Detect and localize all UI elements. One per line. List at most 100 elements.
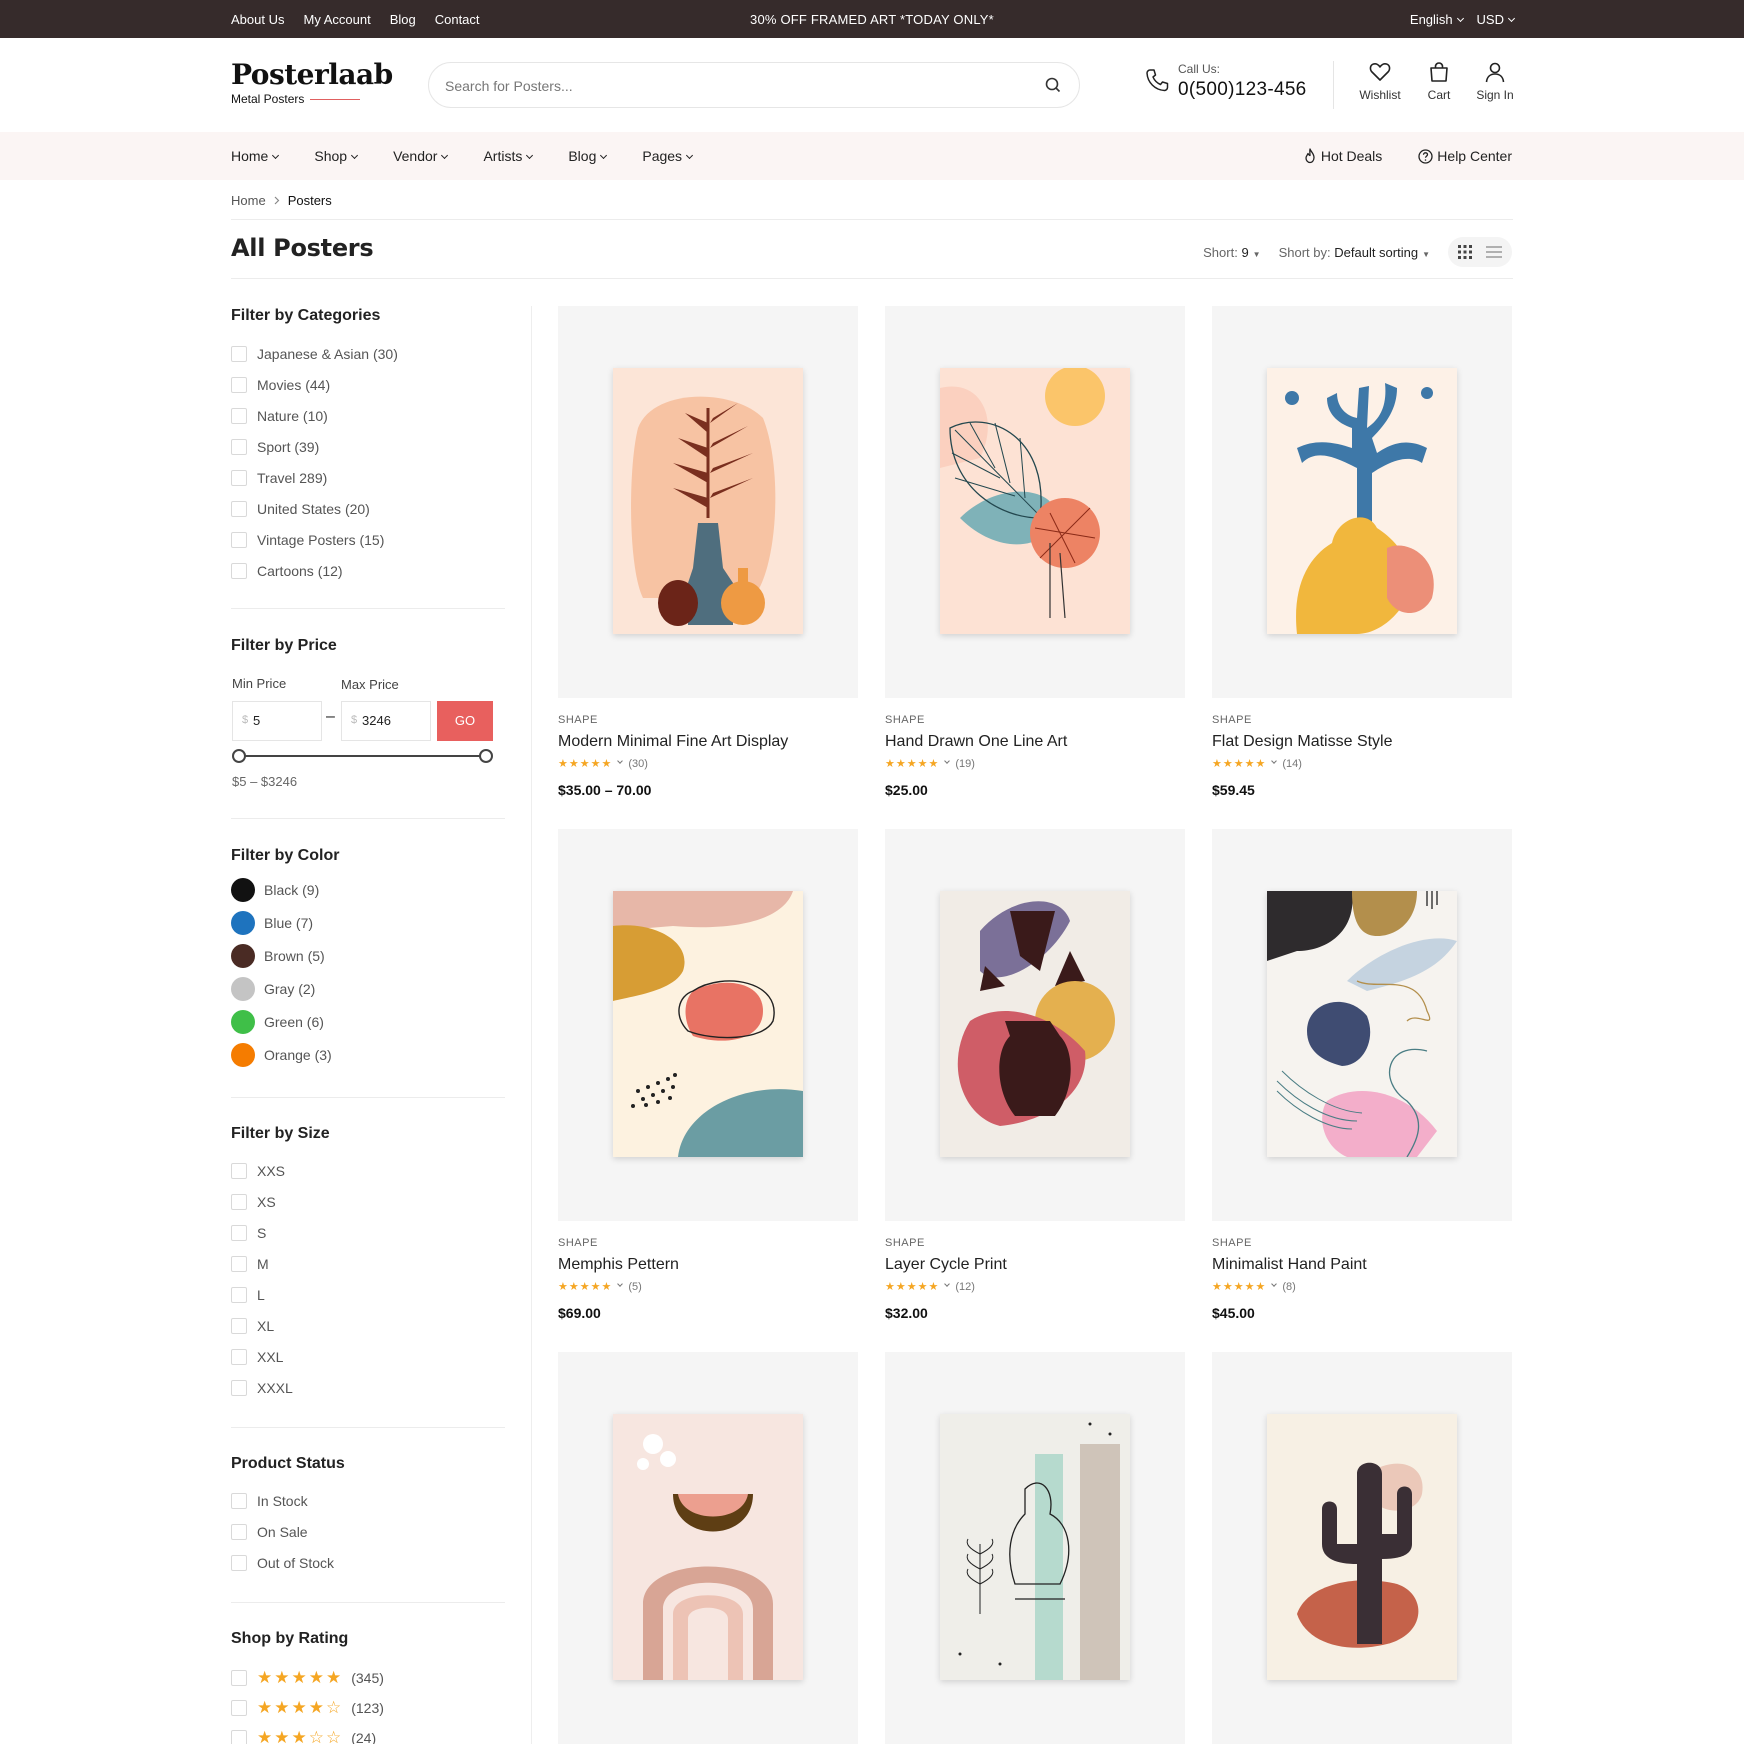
product-image[interactable]	[1212, 1352, 1512, 1744]
checkbox[interactable]	[231, 1194, 247, 1210]
checkbox[interactable]	[231, 1349, 247, 1365]
product-image[interactable]	[885, 829, 1185, 1221]
wishlist-button[interactable]: Wishlist	[1350, 60, 1410, 102]
product-image[interactable]	[558, 306, 858, 698]
color-option[interactable]: Green (6)	[231, 1010, 324, 1034]
max-price-input[interactable]: $3246	[341, 701, 431, 741]
price-slider-track[interactable]	[238, 755, 486, 757]
rating-option[interactable]: ★★★☆☆ (24)	[231, 1728, 376, 1744]
checkbox[interactable]	[231, 501, 247, 517]
product-title[interactable]: Layer Cycle Print	[885, 1256, 1007, 1274]
product-image[interactable]	[1212, 306, 1512, 698]
status-option[interactable]: Out of Stock	[231, 1555, 334, 1571]
product-image[interactable]	[558, 829, 858, 1221]
price-slider-min-handle[interactable]	[232, 749, 246, 763]
product-image[interactable]	[885, 306, 1185, 698]
breadcrumb-home[interactable]: Home	[231, 193, 266, 208]
help-center-link[interactable]: Help Center	[1418, 148, 1512, 164]
checkbox[interactable]	[231, 1493, 247, 1509]
checkbox[interactable]	[231, 1287, 247, 1303]
list-view-icon[interactable]	[1486, 246, 1502, 258]
size-option[interactable]: L	[231, 1287, 265, 1303]
checkbox[interactable]	[231, 1256, 247, 1272]
size-option[interactable]: S	[231, 1225, 266, 1241]
poster-artwork	[613, 1414, 803, 1680]
product-image[interactable]	[1212, 829, 1512, 1221]
rating-option[interactable]: ★★★★☆ (123)	[231, 1698, 384, 1718]
checkbox[interactable]	[231, 346, 247, 362]
checkbox[interactable]	[231, 1163, 247, 1179]
color-option[interactable]: Black (9)	[231, 878, 319, 902]
checkbox[interactable]	[231, 1730, 247, 1744]
checkbox[interactable]	[231, 1524, 247, 1540]
currency-select[interactable]: USD	[1477, 12, 1516, 27]
rating-option[interactable]: ★★★★★ (345)	[231, 1668, 384, 1688]
checkbox[interactable]	[231, 1555, 247, 1571]
sort-by-select[interactable]: Short by: Default sorting ▼	[1279, 245, 1430, 260]
call-number[interactable]: 0(500)123-456	[1178, 79, 1307, 101]
nav-item-shop[interactable]: Shop	[314, 148, 359, 164]
status-option[interactable]: On Sale	[231, 1524, 308, 1540]
min-price-input[interactable]: $5	[232, 701, 322, 741]
size-option[interactable]: XS	[231, 1194, 276, 1210]
color-swatch[interactable]	[231, 1043, 255, 1067]
nav-item-vendor[interactable]: Vendor	[393, 148, 449, 164]
per-page-select[interactable]: Short: 9 ▼	[1203, 245, 1260, 260]
size-option[interactable]: M	[231, 1256, 269, 1272]
checkbox[interactable]	[231, 563, 247, 579]
category-option[interactable]: Travel 289)	[231, 470, 327, 486]
category-option[interactable]: Movies (44)	[231, 377, 330, 393]
checkbox[interactable]	[231, 439, 247, 455]
checkbox[interactable]	[231, 1380, 247, 1396]
cart-button[interactable]: Cart	[1409, 60, 1469, 102]
product-image[interactable]	[558, 1352, 858, 1744]
search-icon[interactable]	[1045, 77, 1061, 98]
color-swatch[interactable]	[231, 878, 255, 902]
color-option[interactable]: Brown (5)	[231, 944, 325, 968]
checkbox[interactable]	[231, 532, 247, 548]
nav-item-blog[interactable]: Blog	[568, 148, 608, 164]
go-button[interactable]: GO	[437, 701, 493, 741]
category-option[interactable]: Japanese & Asian (30)	[231, 346, 398, 362]
grid-view-icon[interactable]	[1458, 245, 1472, 259]
category-option[interactable]: Vintage Posters (15)	[231, 532, 384, 548]
checkbox[interactable]	[231, 1670, 247, 1686]
size-option[interactable]: XL	[231, 1318, 274, 1334]
product-title[interactable]: Minimalist Hand Paint	[1212, 1256, 1367, 1274]
search-input[interactable]	[445, 74, 1005, 98]
color-swatch[interactable]	[231, 977, 255, 1001]
size-option[interactable]: XXL	[231, 1349, 283, 1365]
product-title[interactable]: Flat Design Matisse Style	[1212, 733, 1393, 751]
size-option[interactable]: XXS	[231, 1163, 285, 1179]
color-swatch[interactable]	[231, 1010, 255, 1034]
checkbox[interactable]	[231, 408, 247, 424]
color-swatch[interactable]	[231, 911, 255, 935]
checkbox[interactable]	[231, 377, 247, 393]
checkbox[interactable]	[231, 1225, 247, 1241]
color-swatch[interactable]	[231, 944, 255, 968]
product-image[interactable]	[885, 1352, 1185, 1744]
checkbox[interactable]	[231, 1700, 247, 1716]
size-option[interactable]: XXXL	[231, 1380, 293, 1396]
color-option[interactable]: Orange (3)	[231, 1043, 332, 1067]
status-option[interactable]: In Stock	[231, 1493, 308, 1509]
product-title[interactable]: Modern Minimal Fine Art Display	[558, 733, 788, 751]
category-option[interactable]: United States (20)	[231, 501, 370, 517]
category-option[interactable]: Sport (39)	[231, 439, 319, 455]
color-option[interactable]: Blue (7)	[231, 911, 313, 935]
nav-item-artists[interactable]: Artists	[483, 148, 534, 164]
checkbox[interactable]	[231, 470, 247, 486]
category-option[interactable]: Cartoons (12)	[231, 563, 343, 579]
nav-item-home[interactable]: Home	[231, 148, 280, 164]
product-title[interactable]: Hand Drawn One Line Art	[885, 733, 1067, 751]
category-option[interactable]: Nature (10)	[231, 408, 328, 424]
price-slider-max-handle[interactable]	[479, 749, 493, 763]
language-select[interactable]: English	[1410, 12, 1464, 27]
checkbox[interactable]	[231, 1318, 247, 1334]
color-option[interactable]: Gray (2)	[231, 977, 315, 1001]
hot-deals-link[interactable]: Hot Deals	[1303, 148, 1382, 164]
nav-item-pages[interactable]: Pages	[642, 148, 694, 164]
product-title[interactable]: Memphis Pettern	[558, 1256, 679, 1274]
logo[interactable]: Posterlaab Metal Posters	[231, 58, 393, 106]
sign-in-button[interactable]: Sign In	[1465, 60, 1525, 102]
